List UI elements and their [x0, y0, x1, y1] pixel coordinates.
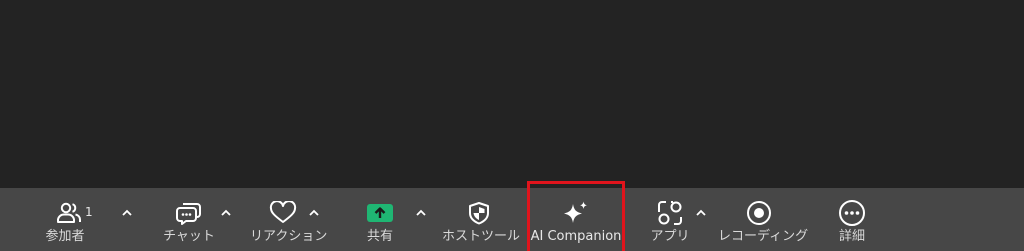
- chat-options-chevron[interactable]: [219, 205, 233, 219]
- host-tools-label: ホストツール: [442, 229, 521, 244]
- reactions-options-chevron[interactable]: [307, 205, 321, 219]
- reactions-label: リアクション: [250, 229, 328, 244]
- share-label: 共有: [366, 229, 393, 244]
- apps-options-chevron[interactable]: [694, 205, 708, 219]
- chat-icon: [174, 200, 204, 226]
- sparkle-icon: [560, 200, 592, 226]
- meeting-toolbar: 参加者 1 チャット リアクション 共有 ホストツール AI Companion…: [0, 188, 1024, 251]
- apps-icon: [657, 200, 683, 226]
- participant-count: 1: [85, 205, 93, 219]
- apps-button[interactable]: アプリ: [650, 188, 690, 251]
- record-icon: [744, 200, 774, 226]
- chat-label: チャット: [163, 229, 215, 244]
- more-icon: [837, 200, 867, 226]
- recording-label: レコーディング: [718, 229, 809, 244]
- more-button[interactable]: 詳細: [830, 188, 874, 251]
- heart-icon: [268, 200, 298, 226]
- more-label: 詳細: [838, 229, 865, 244]
- chat-button[interactable]: チャット: [162, 188, 216, 251]
- share-options-chevron[interactable]: [414, 205, 428, 219]
- reactions-button[interactable]: リアクション: [250, 188, 328, 251]
- share-screen-icon: [366, 200, 394, 226]
- participants-button[interactable]: 参加者: [44, 188, 94, 251]
- share-button[interactable]: 共有: [354, 188, 406, 251]
- participants-icon: [49, 200, 89, 226]
- video-area: [0, 0, 1024, 188]
- participants-options-chevron[interactable]: [120, 205, 134, 219]
- shield-icon: [464, 200, 494, 226]
- participants-label: 参加者: [45, 229, 85, 244]
- recording-button[interactable]: レコーディング: [718, 188, 809, 251]
- ai-companion-label: AI Companion: [530, 229, 622, 244]
- ai-companion-button[interactable]: AI Companion: [530, 188, 622, 251]
- host-tools-button[interactable]: ホストツール: [442, 188, 521, 251]
- apps-label: アプリ: [650, 229, 690, 244]
